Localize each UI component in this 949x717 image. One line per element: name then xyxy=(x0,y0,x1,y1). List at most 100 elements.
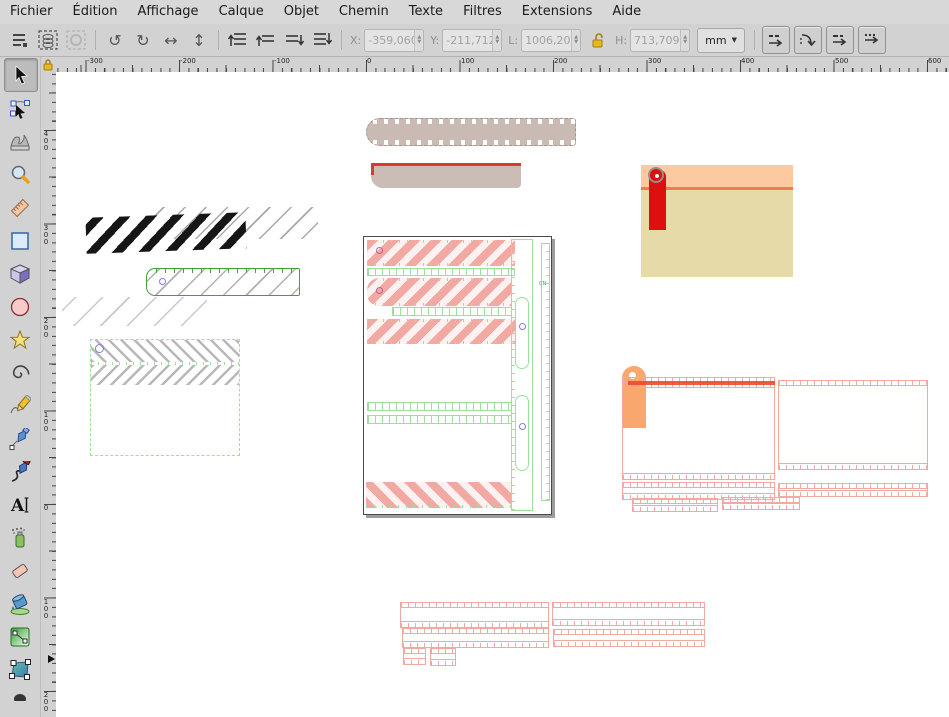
horizontal-ruler[interactable]: -300-200-1000100200300400500600 xyxy=(56,57,949,73)
flip-horizontal-icon[interactable]: ↔ xyxy=(159,28,183,52)
orange-red-line[interactable] xyxy=(628,381,775,385)
green-comb-band-2[interactable] xyxy=(392,307,512,316)
tool-ellipse[interactable] xyxy=(4,291,36,323)
tool-box-3d[interactable] xyxy=(4,258,36,290)
pink-jigsaw-small-1[interactable] xyxy=(632,498,718,512)
tool-gradient[interactable] xyxy=(4,621,36,653)
tool-bezier-pen[interactable] xyxy=(4,423,36,455)
x-spinner[interactable]: ▲▼ xyxy=(414,30,423,51)
menu-chemin[interactable]: Chemin xyxy=(329,0,399,24)
bottom-jigsaw-strip-1[interactable] xyxy=(400,602,549,628)
flip-vertical-icon[interactable]: ↕ xyxy=(187,28,211,52)
rivet-hole xyxy=(95,344,104,353)
red-hatch-strip-1[interactable] xyxy=(367,240,515,266)
tool-mesh[interactable] xyxy=(4,654,36,686)
move-patterns-toggle[interactable] xyxy=(762,26,790,54)
menu-fichier[interactable]: Fichier xyxy=(0,0,63,24)
slot-hole-1 xyxy=(519,323,526,330)
tool-text[interactable]: A xyxy=(4,489,36,521)
tool-calligraphy[interactable] xyxy=(4,456,36,488)
pink-jigsaw-panel-2[interactable] xyxy=(778,380,928,470)
rectangle-icon xyxy=(9,230,31,252)
select-all-icon[interactable] xyxy=(36,28,60,52)
lock-ratio-icon[interactable] xyxy=(586,28,610,52)
y-input[interactable]: -211,712 ▲▼ xyxy=(442,29,502,52)
black-hatch-strip[interactable] xyxy=(85,212,246,254)
tool-paint-bucket[interactable] xyxy=(4,588,36,620)
green-comb-band-1[interactable] xyxy=(367,268,515,276)
vertical-ruler[interactable]: 4003002001000100200 xyxy=(40,72,57,717)
lower-to-bottom-icon[interactable] xyxy=(310,28,334,52)
selection-settings-icon[interactable] xyxy=(8,28,32,52)
slot-capsule-2[interactable] xyxy=(515,395,529,471)
height-input[interactable]: 713,709 ▲▼ xyxy=(630,29,690,52)
bottom-jigsaw-piece-2[interactable] xyxy=(430,648,456,666)
gray-stripe-strip[interactable] xyxy=(62,297,207,326)
bottom-jigsaw-strip-4[interactable] xyxy=(553,629,705,647)
rotate-cw-icon[interactable]: ↻ xyxy=(131,28,155,52)
slot-capsule-1[interactable] xyxy=(515,297,529,369)
green-comb-band-3[interactable] xyxy=(367,402,512,411)
pink-jigsaw-panel-1[interactable] xyxy=(622,377,775,480)
menu-bar: Fichier Édition Affichage Calque Objet C… xyxy=(0,0,949,25)
tool-zoom[interactable] xyxy=(4,159,36,191)
canvas[interactable]: CN xyxy=(56,72,949,717)
tool-selector[interactable] xyxy=(4,58,38,92)
unit-dropdown[interactable]: mm ▼ xyxy=(697,28,745,53)
x-input[interactable]: -359,060 ▲▼ xyxy=(364,29,424,52)
select-all-layers-icon[interactable] xyxy=(64,28,88,52)
notched-strap[interactable] xyxy=(366,118,576,146)
pink-jigsaw-small-2[interactable] xyxy=(722,497,800,510)
red-hatch-strip-2[interactable] xyxy=(367,278,512,306)
green-jigsaw-box[interactable] xyxy=(90,339,240,456)
tool-rectangle[interactable] xyxy=(4,225,36,257)
move-corners-toggle[interactable] xyxy=(794,26,822,54)
menu-edition[interactable]: Édition xyxy=(63,0,128,24)
tool-spiral[interactable] xyxy=(4,357,36,389)
tool-dropper[interactable] xyxy=(4,687,36,701)
y-spinner[interactable]: ▲▼ xyxy=(492,30,501,51)
ruler-position-marker xyxy=(48,655,55,663)
tool-measure[interactable] xyxy=(4,192,36,224)
tool-tweak[interactable] xyxy=(4,126,36,158)
tool-node-editor[interactable] xyxy=(4,93,36,125)
bottom-jigsaw-piece-1[interactable] xyxy=(403,648,426,665)
raise-icon[interactable] xyxy=(254,28,278,52)
height-spinner[interactable]: ▲▼ xyxy=(680,30,689,51)
menu-objet[interactable]: Objet xyxy=(274,0,329,24)
menu-filtres[interactable]: Filtres xyxy=(453,0,512,24)
width-input[interactable]: 1006,20 ▲▼ xyxy=(521,29,581,52)
tool-eraser[interactable] xyxy=(4,555,36,587)
green-hatch-strip[interactable] xyxy=(146,268,300,296)
cover-strip-red-tab xyxy=(371,163,374,175)
cover-strip[interactable] xyxy=(371,163,521,188)
ruler-lock-toggle[interactable] xyxy=(40,57,56,72)
pink-jigsaw-strip-2[interactable] xyxy=(778,483,928,497)
menu-texte[interactable]: Texte xyxy=(399,0,453,24)
raise-to-top-icon[interactable] xyxy=(226,28,250,52)
width-spinner[interactable]: ▲▼ xyxy=(571,30,580,51)
rotate-ccw-icon[interactable]: ↺ xyxy=(103,28,127,52)
red-hatch-strip-3[interactable] xyxy=(367,319,515,344)
h-ruler-label: -100 xyxy=(274,57,290,65)
svg-text:A: A xyxy=(10,496,25,516)
x-field: X: -359,060 ▲▼ xyxy=(350,29,424,52)
menu-affichage[interactable]: Affichage xyxy=(127,0,208,24)
tool-pencil[interactable] xyxy=(4,390,36,422)
menu-aide[interactable]: Aide xyxy=(602,0,651,24)
tool-star[interactable] xyxy=(4,324,36,356)
bottom-jigsaw-strip-3[interactable] xyxy=(402,628,549,648)
measure-icon xyxy=(9,197,31,219)
h-ruler-label: 0 xyxy=(367,57,371,65)
lower-icon[interactable] xyxy=(282,28,306,52)
tool-spray[interactable] xyxy=(4,522,36,554)
menu-extensions[interactable]: Extensions xyxy=(512,0,603,24)
green-comb-band-4[interactable] xyxy=(367,415,512,424)
menu-calque[interactable]: Calque xyxy=(209,0,274,24)
v-ruler-label: 300 xyxy=(42,224,50,245)
move-gradients-toggle[interactable] xyxy=(826,26,854,54)
red-hatch-strip-4[interactable] xyxy=(366,482,512,508)
move-clips-toggle[interactable] xyxy=(858,26,886,54)
paint-bucket-icon xyxy=(9,593,31,615)
bottom-jigsaw-strip-2[interactable] xyxy=(552,602,705,626)
